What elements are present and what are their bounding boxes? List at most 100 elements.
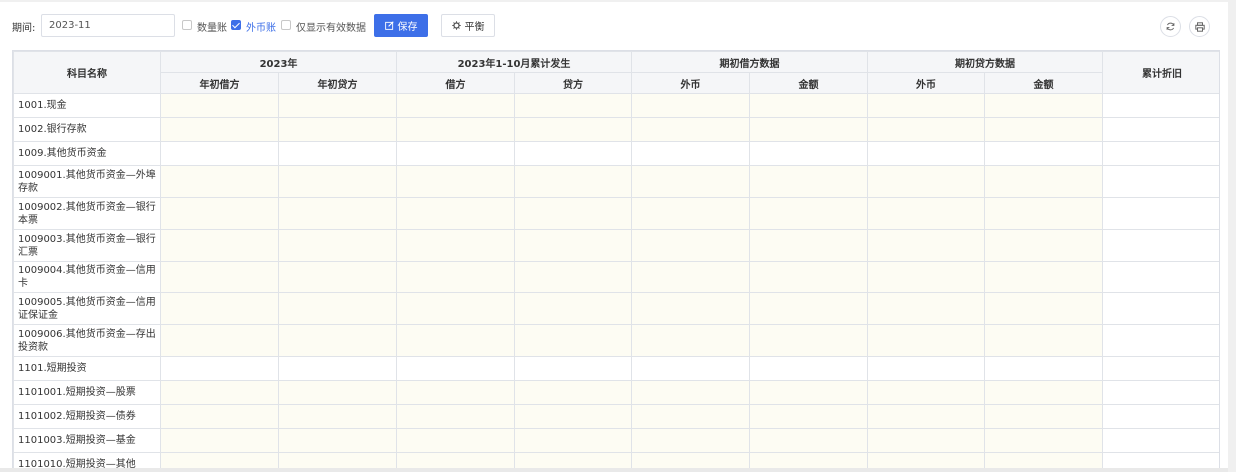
amount-cell[interactable]	[984, 117, 1104, 142]
amount-cell[interactable]	[749, 261, 869, 293]
period-input[interactable]	[41, 14, 175, 37]
amount-cell[interactable]	[631, 428, 751, 453]
amount-cell[interactable]	[749, 324, 869, 357]
amount-cell[interactable]	[984, 197, 1104, 230]
amount-cell[interactable]	[278, 324, 397, 357]
amount-cell[interactable]	[867, 428, 986, 453]
amount-cell[interactable]	[160, 404, 279, 429]
amount-cell[interactable]	[160, 428, 279, 453]
amount-cell[interactable]	[160, 229, 279, 262]
amount-cell[interactable]	[278, 229, 397, 262]
amount-cell[interactable]	[513, 324, 633, 357]
amount-cell[interactable]	[631, 93, 751, 118]
amount-cell[interactable]	[513, 428, 633, 453]
foreign-currency-checkbox[interactable]	[231, 20, 241, 30]
amount-cell[interactable]	[513, 229, 633, 262]
amount-cell[interactable]	[278, 197, 397, 230]
amount-cell[interactable]	[749, 197, 869, 230]
amount-cell[interactable]	[278, 428, 397, 453]
amount-cell[interactable]	[396, 197, 515, 230]
amount-cell[interactable]	[396, 324, 515, 357]
amount-cell[interactable]	[867, 93, 986, 118]
amount-cell[interactable]	[984, 292, 1104, 325]
amount-cell[interactable]	[867, 404, 986, 429]
amount-cell[interactable]	[160, 380, 279, 405]
amount-cell[interactable]	[396, 229, 515, 262]
amount-cell[interactable]	[749, 292, 869, 325]
amount-cell[interactable]	[513, 165, 633, 198]
amount-cell[interactable]	[513, 117, 633, 142]
amount-cell[interactable]	[984, 428, 1104, 453]
amount-cell[interactable]	[160, 117, 279, 142]
amount-cell[interactable]	[749, 380, 869, 405]
amount-cell[interactable]	[984, 404, 1104, 429]
amount-cell[interactable]	[984, 261, 1104, 293]
amount-cell[interactable]	[278, 93, 397, 118]
amount-cell[interactable]	[160, 93, 279, 118]
refresh-button[interactable]	[1160, 16, 1181, 37]
amount-cell[interactable]	[631, 229, 751, 262]
amount-cell[interactable]	[867, 165, 986, 198]
amount-cell[interactable]	[984, 165, 1104, 198]
amount-cell[interactable]	[749, 165, 869, 198]
amount-cell[interactable]	[631, 165, 751, 198]
valid-data-only-checkbox[interactable]	[281, 20, 291, 30]
amount-cell[interactable]	[396, 292, 515, 325]
amount-cell[interactable]	[513, 404, 633, 429]
amount-cell[interactable]	[749, 428, 869, 453]
amount-cell[interactable]	[631, 404, 751, 429]
amount-cell[interactable]	[867, 229, 986, 262]
amount-cell[interactable]	[160, 165, 279, 198]
amount-cell[interactable]	[749, 117, 869, 142]
amount-cell[interactable]	[513, 93, 633, 118]
amount-cell[interactable]	[278, 165, 397, 198]
amount-cell[interactable]	[396, 93, 515, 118]
amount-cell[interactable]	[278, 117, 397, 142]
save-button[interactable]: 保存	[374, 14, 428, 37]
amount-cell[interactable]	[278, 404, 397, 429]
amount-cell[interactable]	[984, 229, 1104, 262]
amount-cell[interactable]	[984, 324, 1104, 357]
amount-cell[interactable]	[867, 117, 986, 142]
amount-cell[interactable]	[631, 292, 751, 325]
quantity-account-label[interactable]: 数量账	[197, 19, 227, 34]
amount-cell[interactable]	[396, 165, 515, 198]
amount-cell[interactable]	[631, 380, 751, 405]
amount-cell[interactable]	[396, 117, 515, 142]
amount-cell[interactable]	[749, 93, 869, 118]
amount-cell[interactable]	[867, 261, 986, 293]
amount-cell[interactable]	[867, 197, 986, 230]
amount-cell[interactable]	[396, 261, 515, 293]
amount-cell[interactable]	[513, 197, 633, 230]
amount-cell[interactable]	[513, 261, 633, 293]
amount-cell[interactable]	[396, 380, 515, 405]
amount-cell[interactable]	[160, 197, 279, 230]
amount-cell[interactable]	[631, 324, 751, 357]
horizontal-scrollbar[interactable]	[0, 468, 1228, 472]
amount-cell[interactable]	[513, 380, 633, 405]
amount-cell[interactable]	[749, 404, 869, 429]
amount-cell[interactable]	[749, 229, 869, 262]
amount-cell[interactable]	[278, 380, 397, 405]
amount-cell[interactable]	[160, 292, 279, 325]
amount-cell[interactable]	[160, 261, 279, 293]
amount-cell[interactable]	[631, 261, 751, 293]
foreign-currency-label[interactable]: 外币账	[246, 19, 276, 34]
amount-cell[interactable]	[396, 404, 515, 429]
amount-cell[interactable]	[513, 292, 633, 325]
amount-cell[interactable]	[867, 380, 986, 405]
amount-cell[interactable]	[631, 197, 751, 230]
quantity-account-checkbox[interactable]	[182, 20, 192, 30]
amount-cell[interactable]	[278, 292, 397, 325]
amount-cell[interactable]	[984, 380, 1104, 405]
valid-data-only-label[interactable]: 仅显示有效数据	[296, 19, 366, 34]
amount-cell[interactable]	[867, 324, 986, 357]
amount-cell[interactable]	[160, 324, 279, 357]
amount-cell[interactable]	[396, 428, 515, 453]
amount-cell[interactable]	[984, 93, 1104, 118]
balance-button[interactable]: 平衡	[441, 14, 495, 37]
amount-cell[interactable]	[867, 292, 986, 325]
print-button[interactable]	[1189, 16, 1210, 37]
amount-cell[interactable]	[631, 117, 751, 142]
amount-cell[interactable]	[278, 261, 397, 293]
